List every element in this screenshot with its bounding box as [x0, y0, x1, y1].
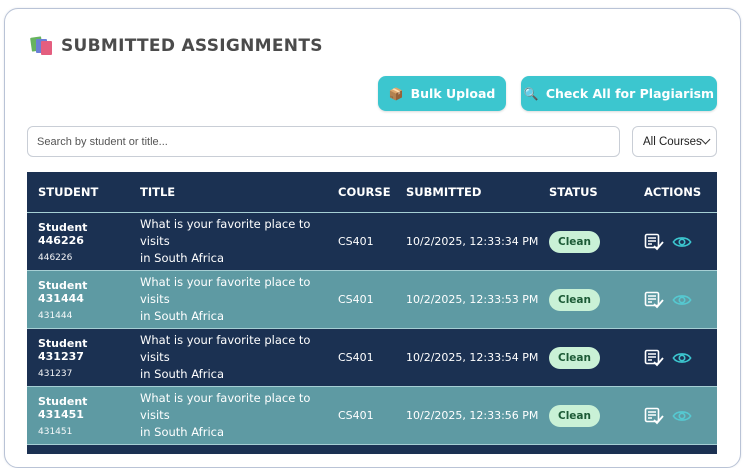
assignment-title-line2: in South Africa [140, 367, 225, 381]
eye-icon[interactable] [672, 291, 692, 309]
student-id: 431451 [38, 426, 73, 437]
submissions-table: STUDENT TITLE COURSE SUBMITTED STATUS AC… [27, 172, 717, 454]
table-header: STUDENT TITLE COURSE SUBMITTED STATUS AC… [27, 172, 717, 212]
magnifier-icon: 🔍 [523, 86, 539, 101]
course-code: CS401 [338, 409, 374, 422]
bulk-upload-button[interactable]: 📦 Bulk Upload [378, 76, 506, 111]
submitted-time: 10/2/2025, 12:33:34 PM [406, 235, 539, 248]
eye-icon[interactable] [672, 407, 692, 425]
review-checklist-icon[interactable] [644, 349, 664, 367]
eye-icon[interactable] [672, 349, 692, 367]
student-name: Student 431444 [38, 278, 88, 305]
check-all-label: Check All for Plagiarism [545, 86, 715, 101]
review-checklist-icon[interactable] [644, 291, 664, 309]
submitted-time: 10/2/2025, 12:33:54 PM [406, 351, 539, 364]
assignment-title-line2: in South Africa [140, 425, 225, 439]
course-code: CS401 [338, 293, 374, 306]
submitted-time: 10/2/2025, 12:33:56 PM [406, 409, 539, 422]
status-badge: Clean [549, 347, 600, 369]
course-select[interactable]: All Courses [632, 126, 717, 157]
student-id: 431444 [38, 310, 73, 321]
column-header-submitted[interactable]: SUBMITTED [406, 185, 549, 199]
status-badge: Clean [549, 289, 600, 311]
column-header-student[interactable]: STUDENT [27, 185, 129, 199]
assignment-title-line1: What is your favorite place to visits [140, 391, 311, 422]
course-code: CS401 [338, 235, 374, 248]
column-header-status[interactable]: STATUS [549, 185, 644, 199]
submitted-time: 10/2/2025, 12:33:53 PM [406, 293, 539, 306]
course-code: CS401 [338, 351, 374, 364]
assignment-title-line1: What is your favorite place to visits [140, 217, 311, 248]
status-badge: Clean [549, 231, 600, 253]
chevron-down-icon [700, 134, 711, 145]
table-row[interactable]: Student 431451 431451 What is your favor… [27, 386, 717, 444]
books-icon [30, 36, 53, 56]
eye-icon[interactable] [672, 233, 692, 251]
student-name: Student 431451 [38, 394, 88, 421]
search-input[interactable] [27, 126, 620, 157]
column-header-actions: ACTIONS [644, 185, 702, 199]
student-name: Student 446226 [38, 220, 88, 247]
table-row[interactable]: Student 431444 431444 What is your favor… [27, 270, 717, 328]
student-id: 446226 [38, 252, 73, 263]
student-name: Student 431237 [38, 336, 88, 363]
page-title: SUBMITTED ASSIGNMENTS [61, 36, 323, 56]
course-select-value: All Courses [643, 135, 702, 148]
student-id: 431237 [38, 368, 73, 379]
table-row-partial [27, 444, 717, 454]
assignment-title-line2: in South Africa [140, 251, 225, 265]
assignment-title-line2: in South Africa [140, 309, 225, 323]
page-header: SUBMITTED ASSIGNMENTS [30, 36, 323, 56]
check-all-plagiarism-button[interactable]: 🔍 Check All for Plagiarism [521, 76, 717, 111]
column-header-title[interactable]: TITLE [129, 185, 338, 199]
status-badge: Clean [549, 405, 600, 427]
table-row[interactable]: Student 446226 446226 What is your favor… [27, 212, 717, 270]
table-row[interactable]: Student 431237 431237 What is your favor… [27, 328, 717, 386]
bulk-upload-label: Bulk Upload [410, 86, 496, 101]
assignment-title-line1: What is your favorite place to visits [140, 275, 311, 306]
assignment-title-line1: What is your favorite place to visits [140, 333, 311, 364]
package-icon: 📦 [388, 86, 404, 101]
column-header-course[interactable]: COURSE [338, 185, 406, 199]
review-checklist-icon[interactable] [644, 407, 664, 425]
review-checklist-icon[interactable] [644, 233, 664, 251]
